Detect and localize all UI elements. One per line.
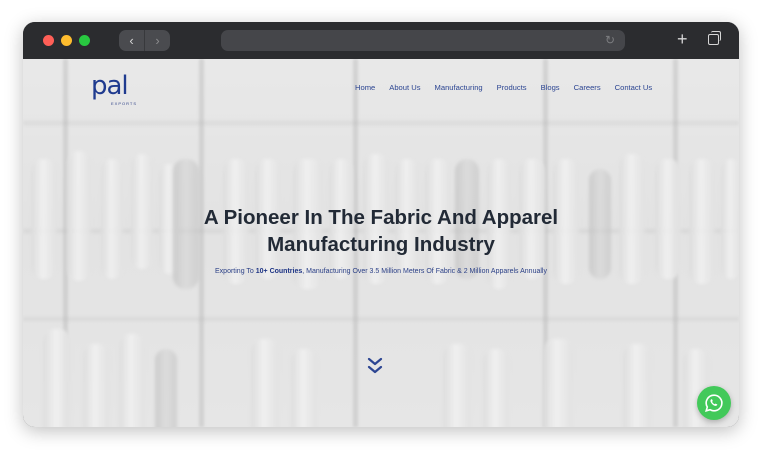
nav-item-products[interactable]: Products xyxy=(497,83,527,92)
browser-titlebar: ‹ › ↻ + xyxy=(23,22,739,59)
maximize-window-button[interactable] xyxy=(79,35,90,46)
logo-wordmark: pal xyxy=(91,71,129,101)
nav-item-careers[interactable]: Careers xyxy=(574,83,601,92)
hero-title-line-1: A Pioneer In The Fabric And Apparel xyxy=(203,206,559,229)
nav-item-contact-us[interactable]: Contact Us xyxy=(615,83,653,92)
hero-subtitle-suffix: , Manufacturing Over 3.5 Million Meters … xyxy=(302,268,547,275)
nav-item-home[interactable]: Home xyxy=(355,83,375,92)
address-bar[interactable]: ↻ xyxy=(221,30,625,51)
site-logo[interactable]: pal EXPORTS xyxy=(91,71,139,107)
nav-item-manufacturing[interactable]: Manufacturing xyxy=(435,83,483,92)
hero-title-line-2: Manufacturing Industry xyxy=(267,233,495,256)
hero-subtitle: Exporting To 10+ Countries, Manufacturin… xyxy=(23,268,739,275)
close-window-button[interactable] xyxy=(43,35,54,46)
browser-window: ‹ › ↻ + pal EXPORTS Home About Us Manufa… xyxy=(23,22,739,427)
nav-item-about-us[interactable]: About Us xyxy=(389,83,420,92)
whatsapp-chat-button[interactable] xyxy=(697,386,731,420)
main-navigation: Home About Us Manufacturing Products Blo… xyxy=(355,83,652,92)
whatsapp-icon xyxy=(705,394,723,412)
reload-icon[interactable]: ↻ xyxy=(605,33,615,47)
hero-title: A Pioneer In The Fabric And Apparel Manu… xyxy=(23,204,739,258)
web-page: pal EXPORTS Home About Us Manufacturing … xyxy=(23,59,739,427)
forward-button[interactable]: › xyxy=(144,30,170,51)
back-button[interactable]: ‹ xyxy=(119,30,144,51)
hero-subtitle-prefix: Exporting To xyxy=(215,268,256,275)
chevron-double-down-icon[interactable] xyxy=(366,356,384,376)
new-tab-button[interactable]: + xyxy=(677,28,688,50)
hero-subtitle-highlight: 10+ Countries xyxy=(255,268,303,275)
logo-subtext: EXPORTS xyxy=(111,101,138,106)
minimize-window-button[interactable] xyxy=(61,35,72,46)
tab-overview-icon[interactable] xyxy=(708,31,721,45)
history-nav: ‹ › xyxy=(119,30,170,51)
nav-item-blogs[interactable]: Blogs xyxy=(541,83,560,92)
